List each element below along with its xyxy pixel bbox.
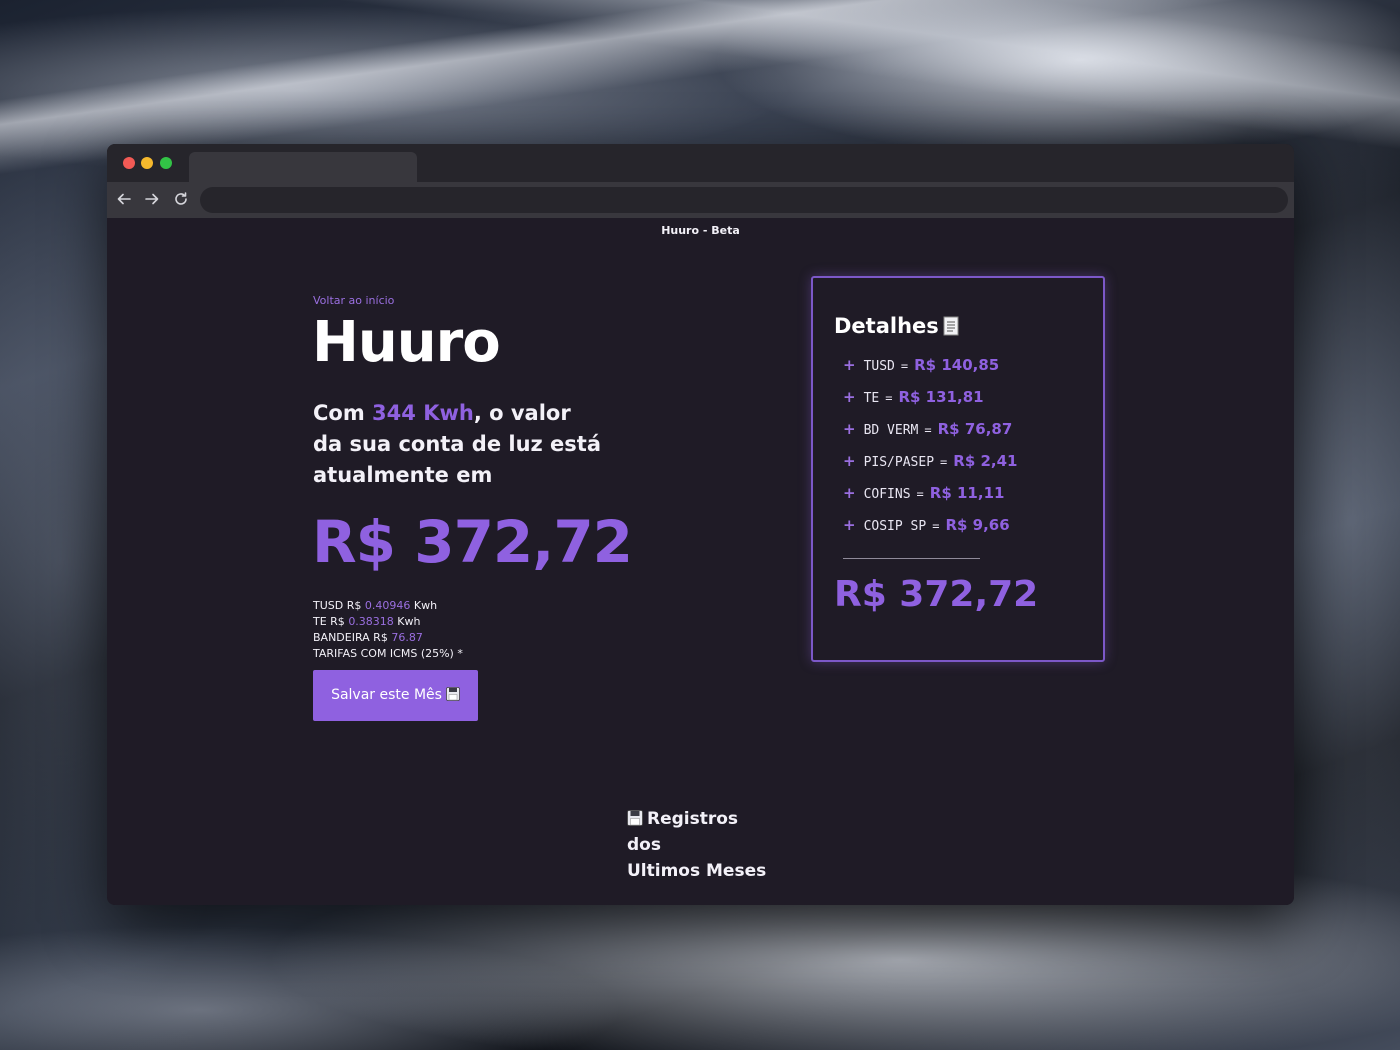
records-heading: Registros dos Ultimos Meses (627, 806, 777, 884)
detail-row-cofins: + COFINS = R$ 11,11 (843, 482, 1017, 514)
details-total: R$ 372,72 (834, 574, 1039, 615)
maximize-window-button[interactable] (160, 157, 172, 169)
rate-value: 76.87 (391, 631, 423, 644)
plus-icon: + (843, 452, 856, 470)
rate-row-te: TE R$ 0.38318 Kwh (313, 614, 463, 630)
details-divider (843, 558, 980, 559)
equals-sign: = (940, 455, 948, 469)
detail-code: BD VERM (863, 423, 919, 438)
browser-tab[interactable] (189, 152, 417, 182)
reload-icon[interactable] (172, 190, 190, 208)
bill-total: R$ 372,72 (312, 508, 633, 576)
detail-amount: R$ 9,66 (945, 516, 1010, 534)
equals-sign: = (885, 391, 893, 405)
close-window-button[interactable] (123, 157, 135, 169)
detail-row-tusd: + TUSD = R$ 140,85 (843, 354, 1017, 386)
rate-unit: Kwh (410, 599, 438, 612)
page-content: Huuro - Beta Voltar ao início Huuro Com … (107, 218, 1294, 905)
floppy-disk-icon (627, 808, 643, 826)
equals-sign: = (916, 487, 924, 501)
plus-icon: + (843, 516, 856, 534)
back-to-home-link[interactable]: Voltar ao início (313, 294, 394, 307)
detail-amount: R$ 131,81 (898, 388, 984, 406)
browser-window: Huuro - Beta Voltar ao início Huuro Com … (107, 144, 1294, 905)
plus-icon: + (843, 356, 856, 374)
arrow-left-icon[interactable] (115, 190, 133, 208)
minimize-window-button[interactable] (141, 157, 153, 169)
save-button-label: Salvar este Mês (331, 687, 442, 703)
detail-amount: R$ 2,41 (953, 452, 1018, 470)
plus-icon: + (843, 484, 856, 502)
detail-amount: R$ 76,87 (937, 420, 1013, 438)
intro-prefix: Com (313, 401, 373, 425)
equals-sign: = (924, 423, 932, 437)
brand-heading: Huuro (312, 310, 501, 375)
address-bar[interactable] (200, 187, 1288, 213)
kwh-value: 344 Kwh (372, 401, 474, 425)
tax-note: TARIFAS COM ICMS (25%) * (313, 647, 463, 660)
document-icon (943, 316, 959, 336)
rate-label: BANDEIRA R$ (313, 631, 392, 644)
detail-row-te: + TE = R$ 131,81 (843, 386, 1017, 418)
details-list: + TUSD = R$ 140,85 + TE = R$ 131,81 + BD VERM = R… (843, 354, 1017, 546)
tab-bar (107, 144, 1294, 182)
detail-code: PIS/PASEP (863, 455, 935, 470)
rate-row-tusd: TUSD R$ 0.40946 Kwh (313, 598, 463, 614)
browser-toolbar (107, 182, 1294, 218)
equals-sign: = (900, 359, 909, 373)
equals-sign: = (932, 519, 940, 533)
detail-row-bd-verm: + BD VERM = R$ 76,87 (843, 418, 1017, 450)
details-card: Detalhes + TUSD = R$ 140,85 + TE = R$ 131,81 +… (811, 276, 1105, 662)
details-title: Detalhes (834, 314, 959, 338)
arrow-right-icon[interactable] (143, 190, 161, 208)
rate-value: 0.40946 (364, 599, 411, 612)
floppy-disk-icon (446, 672, 460, 701)
rate-label: TE R$ (313, 615, 349, 628)
detail-code: COFINS (863, 487, 911, 502)
consumption-summary: Com 344 Kwh, o valor da sua conta de luz… (313, 398, 603, 491)
detail-amount: R$ 140,85 (914, 356, 1000, 374)
rate-row-bandeira: BANDEIRA R$ 76.87 (313, 630, 463, 646)
rate-unit: Kwh (393, 615, 421, 628)
page-title: Huuro - Beta (661, 224, 740, 237)
records-heading-text: Registros dos (627, 809, 739, 855)
plus-icon: + (843, 388, 856, 406)
detail-row-cosip-sp: + COSIP SP = R$ 9,66 (843, 514, 1017, 546)
detail-row-pis-pasep: + PIS/PASEP = R$ 2,41 (843, 450, 1017, 482)
detail-amount: R$ 11,11 (929, 484, 1005, 502)
save-month-button[interactable]: Salvar este Mês (313, 670, 478, 721)
rate-label: TUSD R$ (313, 599, 365, 612)
records-heading-line2: Ultimos Meses (627, 861, 767, 881)
detail-code: TUSD (863, 359, 895, 374)
plus-icon: + (843, 420, 856, 438)
tariff-rates: TUSD R$ 0.40946 Kwh TE R$ 0.38318 Kwh BA… (313, 598, 463, 662)
rate-value: 0.38318 (348, 615, 394, 628)
detail-code: COSIP SP (863, 519, 927, 534)
details-title-text: Detalhes (834, 314, 939, 338)
records-heading-line1: Registros dos (627, 806, 777, 858)
detail-code: TE (863, 391, 880, 406)
